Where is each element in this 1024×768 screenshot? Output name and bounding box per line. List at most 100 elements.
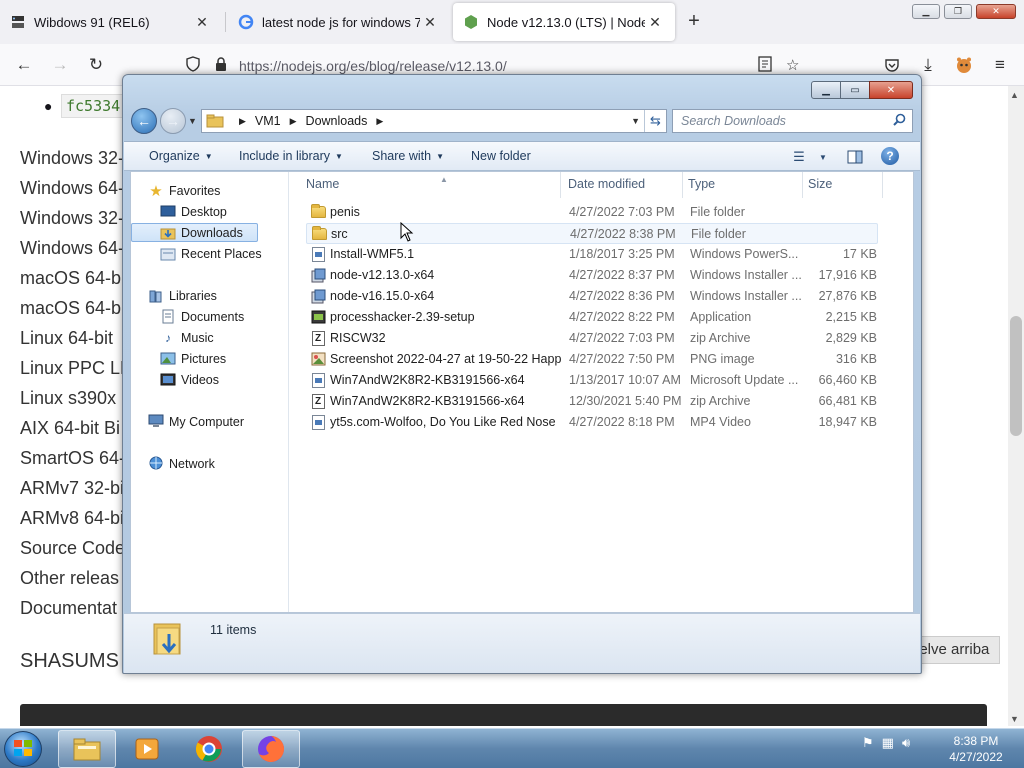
reload-icon[interactable]: ↻: [84, 54, 108, 76]
file-row[interactable]: penis 4/27/2022 7:03 PM File folder: [306, 202, 878, 223]
chevron-right-icon[interactable]: ▶: [376, 116, 383, 127]
file-row[interactable]: node-v16.15.0-x64 4/27/2022 8:36 PM Wind…: [306, 286, 878, 307]
preview-pane-icon[interactable]: [844, 147, 866, 167]
nav-pictures[interactable]: Pictures: [159, 349, 226, 368]
shield-icon[interactable]: [185, 56, 201, 76]
forward-arrow-icon[interactable]: →: [160, 108, 186, 134]
taskbar-explorer-button[interactable]: [58, 730, 116, 768]
download-link[interactable]: macOS 64-bi: [20, 266, 132, 296]
reader-view-icon[interactable]: [758, 56, 772, 76]
nav-documents[interactable]: Documents: [159, 307, 244, 326]
chevron-down-icon[interactable]: ▼: [812, 147, 834, 167]
back-arrow-icon[interactable]: ←: [12, 54, 36, 76]
include-in-library-button[interactable]: Include in library ▼: [239, 149, 343, 163]
download-link[interactable]: Windows 32-: [20, 206, 132, 236]
back-to-top-button[interactable]: uelve arriba: [910, 636, 1001, 664]
scroll-down-icon[interactable]: ▼: [1010, 714, 1019, 724]
maximize-button[interactable]: ▭: [840, 81, 870, 99]
downloads-icon[interactable]: ⤓: [916, 54, 940, 76]
taskbar-firefox-button[interactable]: [242, 730, 300, 768]
download-link[interactable]: Windows 32-: [20, 146, 132, 176]
download-link[interactable]: ARMv8 64-bi: [20, 506, 132, 536]
nav-desktop[interactable]: Desktop: [159, 202, 227, 221]
close-window-button[interactable]: ✕: [976, 4, 1016, 19]
download-link[interactable]: Windows 64-: [20, 236, 132, 266]
hamburger-menu-icon[interactable]: ≡: [988, 54, 1012, 76]
nav-my-computer[interactable]: My Computer: [147, 412, 244, 431]
download-link[interactable]: Linux PPC LE: [20, 356, 132, 386]
tab-google-search[interactable]: latest node js for windows 7 - G ✕: [228, 3, 450, 41]
nav-libraries[interactable]: Libraries: [147, 286, 217, 305]
column-header-name[interactable]: Name ▲: [301, 172, 561, 198]
new-tab-button[interactable]: +: [683, 11, 705, 33]
action-center-flag-icon[interactable]: ⚑: [862, 735, 874, 751]
column-header-size[interactable]: Size: [803, 172, 883, 198]
close-tab-icon[interactable]: ✕: [192, 12, 212, 32]
pocket-icon[interactable]: [880, 54, 904, 76]
nav-network[interactable]: Network: [147, 454, 215, 473]
download-link[interactable]: Linux s390x: [20, 386, 132, 416]
file-row[interactable]: Z RISCW32 4/27/2022 7:03 PM zip Archive …: [306, 328, 878, 349]
file-row[interactable]: Z Win7AndW2K8R2-KB3191566-x64 12/30/2021…: [306, 391, 878, 412]
scroll-up-icon[interactable]: ▲: [1010, 90, 1019, 100]
file-row[interactable]: yt5s.com-Wolfoo, Do You Like Red Nose 4/…: [306, 412, 878, 433]
refresh-icon[interactable]: ⇆: [644, 110, 666, 132]
download-link[interactable]: Linux 64-bit: [20, 326, 132, 356]
tab-wibdows[interactable]: Wibdows 91 (REL6) ✕: [0, 3, 222, 41]
column-header-type[interactable]: Type: [683, 172, 803, 198]
network-tray-icon[interactable]: ▦: [882, 735, 894, 751]
share-with-button[interactable]: Share with ▼: [372, 149, 444, 163]
nav-recent-places[interactable]: Recent Places: [159, 244, 262, 263]
recent-pages-dropdown-icon[interactable]: ▼: [188, 116, 197, 126]
restore-button[interactable]: ❐: [944, 4, 972, 19]
chevron-right-icon[interactable]: ▶: [239, 116, 246, 127]
file-row[interactable]: processhacker-2.39-setup 4/27/2022 8:22 …: [306, 307, 878, 328]
minimize-button[interactable]: ▁: [811, 81, 841, 99]
column-header-date[interactable]: Date modified: [563, 172, 683, 198]
search-input[interactable]: Search Downloads: [672, 109, 913, 133]
address-dropdown-icon[interactable]: ▼: [631, 116, 640, 126]
file-row[interactable]: Screenshot 2022-04-27 at 19-50-22 Happ..…: [306, 349, 878, 370]
taskbar-clock[interactable]: 8:38 PM 4/27/2022: [940, 733, 1012, 765]
minimize-button[interactable]: ▁: [912, 4, 940, 19]
page-scrollbar-thumb[interactable]: [1010, 316, 1022, 436]
tab-nodejs-active[interactable]: Node v12.13.0 (LTS) | Node.js ✕: [453, 3, 675, 41]
volume-icon[interactable]: 🔊︎: [902, 735, 910, 751]
close-tab-icon[interactable]: ✕: [420, 12, 440, 32]
file-row[interactable]: node-v12.13.0-x64 4/27/2022 8:37 PM Wind…: [306, 265, 878, 286]
download-link[interactable]: SmartOS 64-: [20, 446, 132, 476]
file-row[interactable]: Win7AndW2K8R2-KB3191566-x64 1/13/2017 10…: [306, 370, 878, 391]
close-tab-icon[interactable]: ✕: [645, 12, 665, 32]
file-row[interactable]: src 4/27/2022 8:38 PM File folder: [306, 223, 878, 244]
organize-button[interactable]: Organize ▼: [149, 149, 213, 163]
address-bar[interactable]: ▶ VM1 ▶ Downloads ▶ ▼ ⇆: [201, 109, 667, 133]
close-window-button[interactable]: ✕: [869, 81, 913, 99]
nav-videos[interactable]: Videos: [159, 370, 219, 389]
download-link[interactable]: Windows 64-: [20, 176, 132, 206]
download-link[interactable]: Other releas: [20, 566, 132, 596]
nav-music[interactable]: ♪ Music: [159, 328, 214, 347]
file-type: Windows Installer ...: [690, 268, 802, 282]
taskbar-chrome-button[interactable]: [180, 730, 238, 768]
breadcrumb-downloads[interactable]: Downloads: [306, 114, 368, 128]
download-link[interactable]: ARMv7 32-bi: [20, 476, 132, 506]
chevron-right-icon[interactable]: ▶: [290, 116, 297, 127]
download-link[interactable]: Source Code: [20, 536, 132, 566]
back-arrow-icon[interactable]: ←: [131, 108, 157, 134]
new-folder-button[interactable]: New folder: [471, 149, 531, 163]
nav-downloads-selected[interactable]: Downloads: [131, 223, 258, 242]
view-options-icon[interactable]: ☰: [788, 147, 810, 167]
extension-icon[interactable]: [952, 54, 976, 76]
forward-arrow-icon[interactable]: →: [48, 54, 72, 76]
taskbar-media-player-button[interactable]: [118, 730, 176, 768]
breadcrumb-vm1[interactable]: VM1: [255, 114, 281, 128]
download-link[interactable]: macOS 64-bi: [20, 296, 132, 326]
file-row[interactable]: Install-WMF5.1 1/18/2017 3:25 PM Windows…: [306, 244, 878, 265]
lock-icon[interactable]: [214, 56, 228, 76]
help-icon[interactable]: ?: [881, 147, 899, 165]
search-icon[interactable]: [893, 113, 906, 129]
download-link[interactable]: Documentat: [20, 596, 132, 626]
download-link[interactable]: AIX 64-bit Bi: [20, 416, 132, 446]
bookmark-star-icon[interactable]: ☆: [786, 56, 799, 74]
nav-favorites[interactable]: ★ Favorites: [147, 181, 220, 200]
